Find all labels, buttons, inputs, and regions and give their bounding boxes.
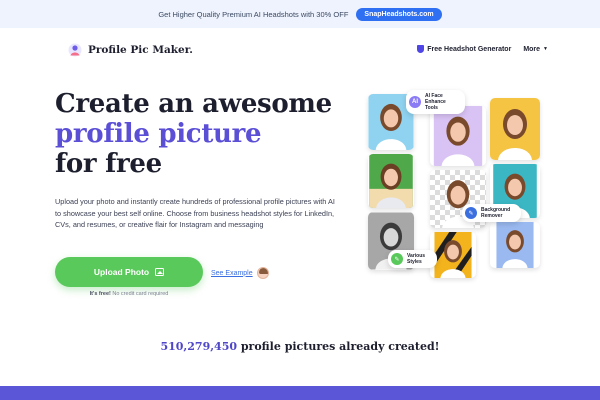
portrait-photo: [433, 106, 483, 166]
brand-logo-link[interactable]: Profile Pic Maker.: [68, 42, 193, 58]
upload-photo-button[interactable]: Upload Photo: [55, 257, 203, 287]
background-remover-label: Background Remover: [481, 207, 511, 219]
pen-icon: ✎: [391, 253, 403, 265]
hero-description: Upload your photo and instantly create h…: [55, 197, 335, 229]
portrait-photo: [496, 222, 534, 268]
collage-tile: [430, 232, 476, 278]
counter-label: profile pictures already created!: [240, 340, 440, 353]
promo-banner: Get Higher Quality Premium AI Headshots …: [0, 0, 600, 28]
hero-heading-line3: for free: [55, 149, 162, 179]
more-label: More: [523, 45, 541, 53]
top-nav: Profile Pic Maker. Free Headshot Generat…: [0, 28, 600, 72]
ai-icon: AI: [409, 96, 421, 108]
portrait-photo: [490, 98, 540, 160]
nav-links: Free Headshot Generator More ▼: [417, 45, 548, 53]
hero-heading-line2: profile picture: [55, 119, 262, 149]
collage-tile: [490, 98, 540, 160]
shield-icon: [417, 45, 425, 53]
promo-button[interactable]: SnapHeadshots.com: [356, 7, 442, 21]
footer-band: [0, 386, 600, 400]
caret-down-icon: ▼: [543, 46, 548, 52]
brush-icon: ✎: [465, 207, 477, 219]
brand-name: Profile Pic Maker.: [88, 44, 193, 56]
no-card-label: No credit card required: [112, 291, 169, 297]
portrait-photo: [434, 232, 472, 278]
ai-tools-label: AI Face Enhance Tools: [425, 93, 446, 111]
example-avatar: [256, 267, 269, 279]
see-example-label: See Example: [211, 269, 253, 277]
see-example-link[interactable]: See Example: [211, 267, 269, 279]
collage-tile: [430, 106, 486, 166]
ai-tools-bubble: AI AI Face Enhance Tools: [406, 90, 465, 114]
background-remover-bubble: ✎ Background Remover: [462, 204, 521, 222]
hero-heading: Create an awesome profile picture for fr…: [55, 89, 332, 179]
collage-tile: [368, 154, 414, 208]
hero-heading-line1: Create an awesome: [55, 89, 332, 119]
various-styles-bubble: ✎ Various Styles: [388, 250, 437, 268]
upload-photo-label: Upload Photo: [93, 267, 150, 277]
profile-collage: AI AI Face Enhance Tools ✎ Background Re…: [360, 86, 560, 286]
more-menu[interactable]: More ▼: [523, 46, 548, 53]
free-headshot-label: Free Headshot Generator: [427, 45, 512, 53]
counter-number: 510,279,450: [160, 340, 238, 353]
collage-tile: [490, 222, 540, 268]
free-note: It's free! No credit card required: [55, 291, 203, 297]
free-label: It's free!: [89, 291, 111, 297]
portrait-photo: [369, 154, 413, 208]
brand-icon: [68, 42, 82, 58]
promo-text: Get Higher Quality Premium AI Headshots …: [158, 9, 349, 19]
free-headshot-link[interactable]: Free Headshot Generator: [417, 45, 511, 53]
various-styles-label: Various Styles: [407, 253, 426, 265]
image-icon: [155, 268, 165, 276]
pictures-counter: 510,279,450 profile pictures already cre…: [0, 340, 600, 353]
